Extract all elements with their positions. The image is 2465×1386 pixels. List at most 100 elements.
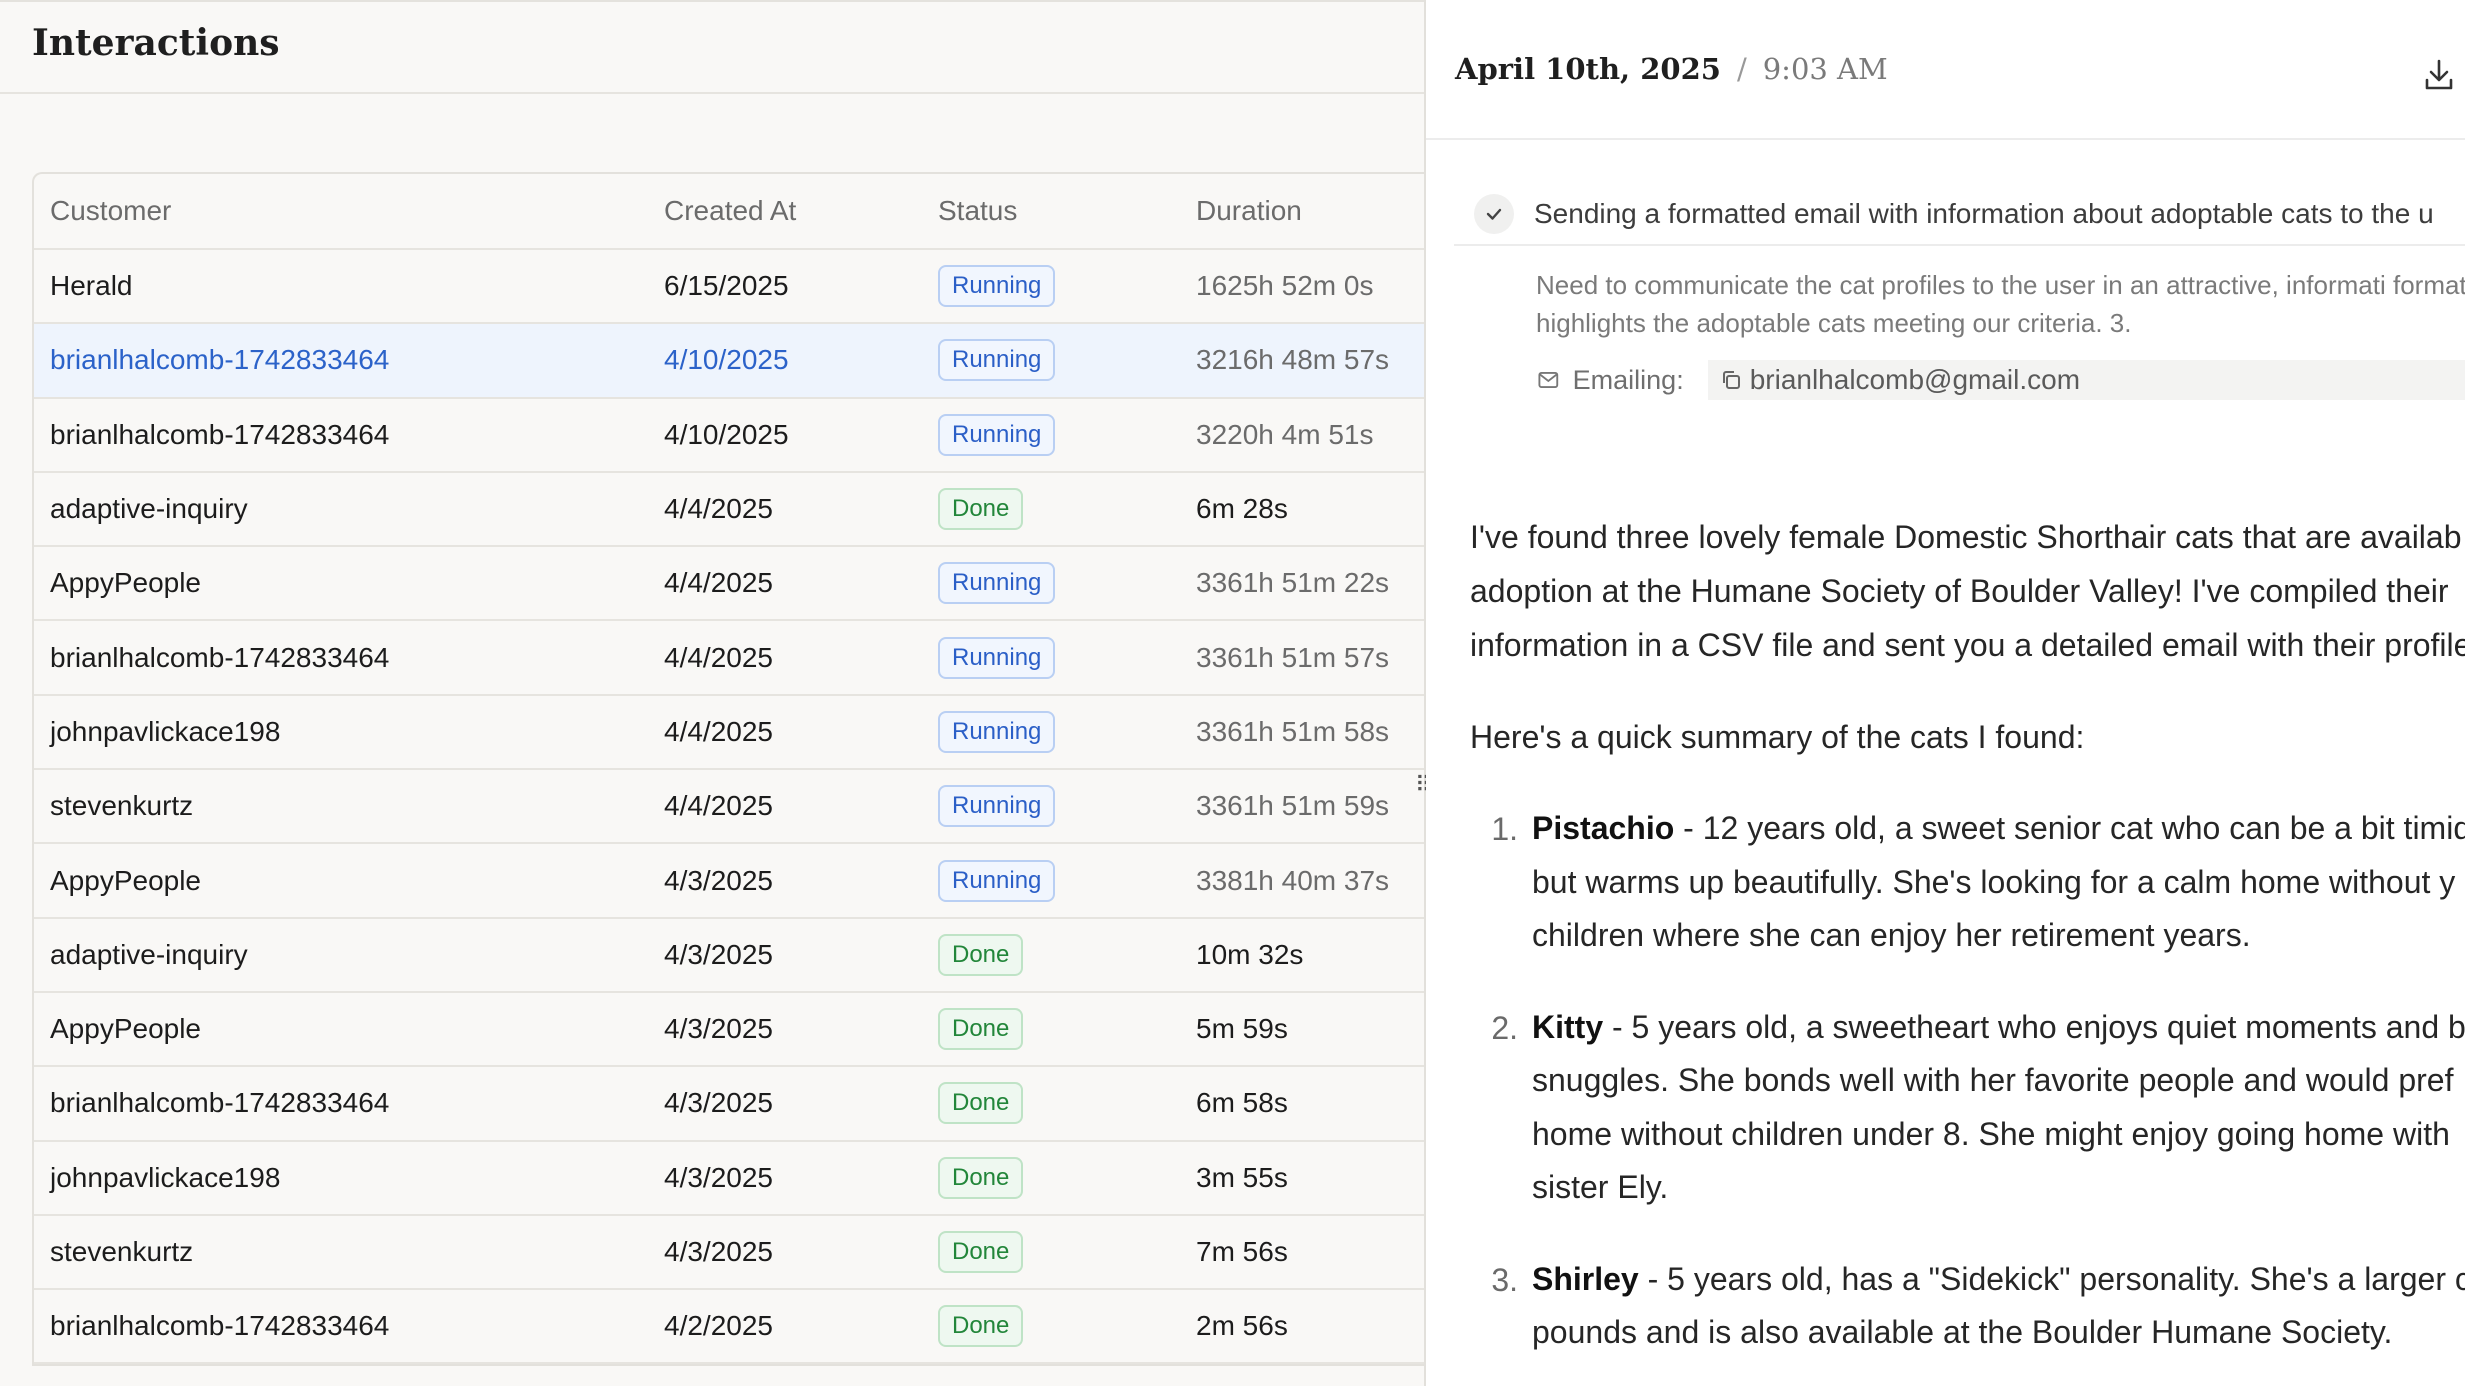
cat-text: pounds and is also available at the Boul…: [1532, 1314, 2393, 1350]
duration-cell: 1625h 52m 0s: [1196, 270, 1374, 302]
status-badge: Running: [938, 413, 1056, 456]
duration-cell: 3361h 51m 59s: [1196, 790, 1390, 822]
table-row[interactable]: brianlhalcomb-1742833464 4/2/2025 Done 2m 5…: [34, 1290, 1424, 1365]
created-at-cell: 4/4/2025: [664, 790, 773, 822]
cat-text: home without children under 8. She might…: [1532, 1115, 2450, 1152]
cat-text: - 5 years old, a sweetheart who enjoys q…: [1603, 1008, 2465, 1045]
interactions-table: Customer Created At Status Duration Hera…: [32, 172, 1424, 1367]
status-badge: Done: [938, 488, 1024, 531]
detail-date: April 10th, 2025: [1455, 52, 1721, 86]
status-badge: Done: [938, 1305, 1024, 1348]
status-cell: Done: [938, 919, 1024, 991]
message-line: I've found three lovely female Domestic …: [1470, 519, 2462, 555]
customer-cell: adaptive-inquiry: [50, 938, 248, 970]
interactions-pane: Interactions Customer Created At Status …: [0, 0, 1424, 1386]
status-cell: Done: [938, 1290, 1024, 1362]
created-at-cell: 4/4/2025: [664, 567, 773, 599]
status-cell: Running: [938, 621, 1056, 693]
table-body: Herald 6/15/2025 Running 1625h 52m 0s brianl…: [34, 250, 1424, 1365]
customer-cell: johnpavlickace198: [50, 1161, 281, 1193]
list-number: 1.: [1491, 811, 1518, 847]
message-line: information in a CSV file and sent you a…: [1470, 627, 2465, 663]
table-row[interactable]: brianlhalcomb-1742833464 4/10/2025 Running…: [34, 324, 1424, 399]
status-cell: Done: [938, 1067, 1024, 1139]
created-at-cell: 4/4/2025: [664, 715, 773, 747]
assistant-message: I've found three lovely female Domestic …: [1470, 510, 2465, 1360]
duration-cell: 3m 55s: [1196, 1161, 1288, 1193]
customer-cell: adaptive-inquiry: [50, 493, 248, 525]
status-badge: Running: [938, 636, 1056, 679]
status-cell: Running: [938, 250, 1056, 322]
column-header-created-at[interactable]: Created At: [664, 174, 796, 248]
interactions-header: Interactions: [0, 2, 1424, 94]
list-item: 1. Pistachio - 12 years old, a sweet sen…: [1470, 802, 2465, 963]
table-row[interactable]: Herald 6/15/2025 Running 1625h 52m 0s: [34, 250, 1424, 325]
status-badge: Running: [938, 265, 1056, 308]
status-badge: Running: [938, 710, 1056, 753]
summary-line: Here's a quick summary of the cats I fou…: [1470, 719, 2085, 755]
created-at-cell: 4/10/2025: [664, 418, 789, 450]
email-recipient-row: Emailing: brianlhalcomb@gmail.com: [1538, 360, 2465, 400]
cat-text: - 12 years old, a sweet senior cat who c…: [1674, 810, 2465, 846]
duration-cell: 6m 58s: [1196, 1087, 1288, 1119]
table-row[interactable]: adaptive-inquiry 4/3/2025 Done 10m 32s: [34, 919, 1424, 993]
duration-cell: 3381h 40m 37s: [1196, 864, 1390, 896]
duration-cell: 3361h 51m 22s: [1196, 567, 1390, 599]
list-item: 3. Shirley - 5 years old, has a "Sidekic…: [1470, 1253, 2465, 1360]
table-row[interactable]: AppyPeople 4/4/2025 Running 3361h 51m 22s: [34, 547, 1424, 622]
status-cell: Done: [938, 993, 1024, 1065]
download-icon[interactable]: [2424, 58, 2454, 92]
table-row[interactable]: stevenkurtz 4/3/2025 Done 7m 56s: [34, 1216, 1424, 1291]
table-row[interactable]: AppyPeople 4/3/2025 Running 3381h 40m 37s: [34, 844, 1424, 919]
copy-icon[interactable]: [1720, 369, 1742, 391]
status-badge: Running: [938, 859, 1056, 902]
table-row[interactable]: johnpavlickace198 4/3/2025 Done 3m 55s: [34, 1142, 1424, 1216]
table-header-row: Customer Created At Status Duration: [34, 174, 1424, 250]
customer-cell: brianlhalcomb-1742833464: [50, 1087, 390, 1119]
column-header-customer[interactable]: Customer: [50, 174, 171, 248]
customer-cell: AppyPeople: [50, 1013, 202, 1045]
duration-cell: 10m 32s: [1196, 938, 1304, 970]
created-at-cell: 6/15/2025: [664, 270, 789, 302]
table-row[interactable]: stevenkurtz 4/4/2025 Running 3361h 51m 59s: [34, 770, 1424, 845]
email-chip[interactable]: brianlhalcomb@gmail.com: [1707, 360, 2465, 400]
tool-step-row[interactable]: Sending a formatted email with informati…: [1454, 184, 2465, 246]
table-row[interactable]: brianlhalcomb-1742833464 4/4/2025 Running 3…: [34, 621, 1424, 696]
table-row[interactable]: AppyPeople 4/3/2025 Done 5m 59s: [34, 993, 1424, 1068]
created-at-cell: 4/2/2025: [664, 1310, 773, 1342]
status-badge: Running: [938, 339, 1056, 382]
table-row[interactable]: brianlhalcomb-1742833464 4/3/2025 Done 6m 5…: [34, 1067, 1424, 1142]
status-cell: Running: [938, 770, 1056, 842]
column-header-duration[interactable]: Duration: [1196, 174, 1302, 248]
status-badge: Running: [938, 785, 1056, 828]
customer-cell: brianlhalcomb-1742833464: [50, 641, 390, 673]
table-row[interactable]: adaptive-inquiry 4/4/2025 Done 6m 28s: [34, 473, 1424, 548]
customer-cell: johnpavlickace198: [50, 715, 281, 747]
customer-cell: brianlhalcomb-1742833464: [50, 344, 390, 376]
cat-text: but warms up beautifully. She's looking …: [1532, 863, 2456, 900]
status-badge: Done: [938, 1156, 1024, 1199]
created-at-cell: 4/3/2025: [664, 1087, 773, 1119]
status-cell: Running: [938, 696, 1056, 768]
customer-cell: brianlhalcomb-1742833464: [50, 418, 390, 450]
status-cell: Running: [938, 547, 1056, 619]
table-row[interactable]: brianlhalcomb-1742833464 4/10/2025 Running…: [34, 399, 1424, 473]
status-badge: Done: [938, 1008, 1024, 1051]
message-line: adoption at the Humane Society of Boulde…: [1470, 573, 2449, 609]
status-badge: Done: [938, 933, 1024, 976]
date-time-separator: /: [1736, 52, 1747, 86]
tool-step-title: Sending a formatted email with informati…: [1534, 198, 2434, 229]
cat-name: Shirley: [1532, 1260, 1639, 1297]
cat-name: Pistachio: [1532, 810, 1675, 846]
cat-text: children where she can enjoy her retirem…: [1532, 917, 2251, 953]
column-header-status[interactable]: Status: [938, 174, 1017, 248]
cat-text: - 5 years old, has a "Sidekick" personal…: [1638, 1260, 2465, 1297]
tool-step: Sending a formatted email with informati…: [1454, 184, 2465, 400]
email-address: brianlhalcomb@gmail.com: [1749, 364, 2081, 395]
status-cell: Done: [938, 1142, 1024, 1214]
customer-cell: stevenkurtz: [50, 1236, 194, 1267]
status-cell: Done: [938, 1216, 1024, 1288]
table-row[interactable]: johnpavlickace198 4/4/2025 Running 3361h 51…: [34, 696, 1424, 771]
created-at-cell: 4/3/2025: [664, 1013, 773, 1045]
list-number: 2.: [1491, 1009, 1518, 1046]
